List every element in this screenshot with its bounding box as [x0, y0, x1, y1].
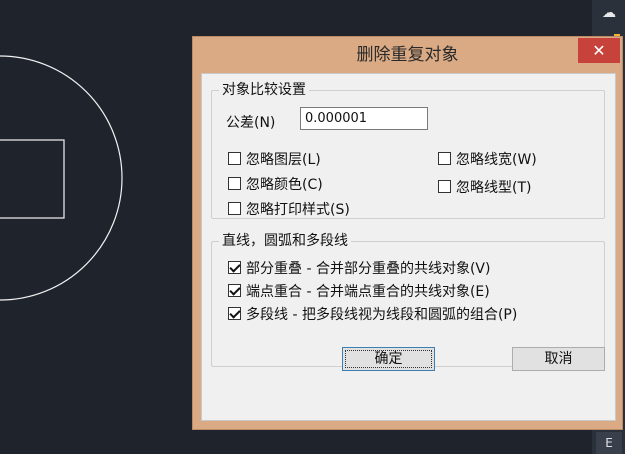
- ignore-color-label[interactable]: 忽略颜色(C): [246, 174, 323, 194]
- comparison-settings-label: 对象比较设置: [219, 79, 309, 99]
- overlap-label[interactable]: 部分重叠 - 合并部分重叠的共线对象(V): [246, 258, 490, 278]
- overlap-checkbox[interactable]: [228, 261, 241, 274]
- ignore-lineweight-label[interactable]: 忽略线宽(W): [456, 149, 537, 169]
- ignore-layer-label[interactable]: 忽略图层(L): [246, 149, 321, 169]
- drawn-circle: [0, 55, 123, 301]
- lines-arcs-label: 直线，圆弧和多段线: [219, 230, 351, 250]
- ignore-color-checkbox[interactable]: [228, 177, 241, 190]
- endpoint-label[interactable]: 端点重合 - 合并端点重合的共线对象(E): [246, 281, 490, 301]
- ignore-linetype-checkbox[interactable]: [438, 180, 451, 193]
- ignore-layer-checkbox[interactable]: [228, 152, 241, 165]
- drawn-rectangle: [0, 139, 65, 219]
- polyline-label[interactable]: 多段线 - 把多段线视为线段和圆弧的组合(P): [246, 304, 517, 324]
- ignore-plotstyle-label[interactable]: 忽略打印样式(S): [246, 199, 350, 219]
- dialog-body: 对象比较设置 公差(N) 0.000001 忽略图层(L) 忽略颜色(C) 忽略…: [201, 73, 616, 421]
- endpoint-checkbox[interactable]: [228, 284, 241, 297]
- ignore-plotstyle-checkbox[interactable]: [228, 202, 241, 215]
- side-panel-tab[interactable]: E: [596, 432, 622, 454]
- ignore-linetype-label[interactable]: 忽略线型(T): [456, 177, 531, 197]
- polyline-checkbox[interactable]: [228, 307, 241, 320]
- dialog-titlebar[interactable]: 删除重复对象: [193, 37, 622, 74]
- cancel-button[interactable]: 取消: [512, 347, 605, 371]
- dialog-title: 删除重复对象: [356, 45, 459, 65]
- ok-button[interactable]: 确定: [342, 347, 435, 371]
- cloud-icon[interactable]: ☁: [600, 4, 618, 22]
- tolerance-input[interactable]: 0.000001: [300, 107, 428, 130]
- delete-duplicates-dialog: 删除重复对象 ✕ 对象比较设置 公差(N) 0.000001 忽略图层(L) 忽…: [193, 37, 622, 429]
- tolerance-label: 公差(N): [226, 115, 276, 131]
- ignore-lineweight-checkbox[interactable]: [438, 152, 451, 165]
- close-button[interactable]: ✕: [578, 38, 620, 63]
